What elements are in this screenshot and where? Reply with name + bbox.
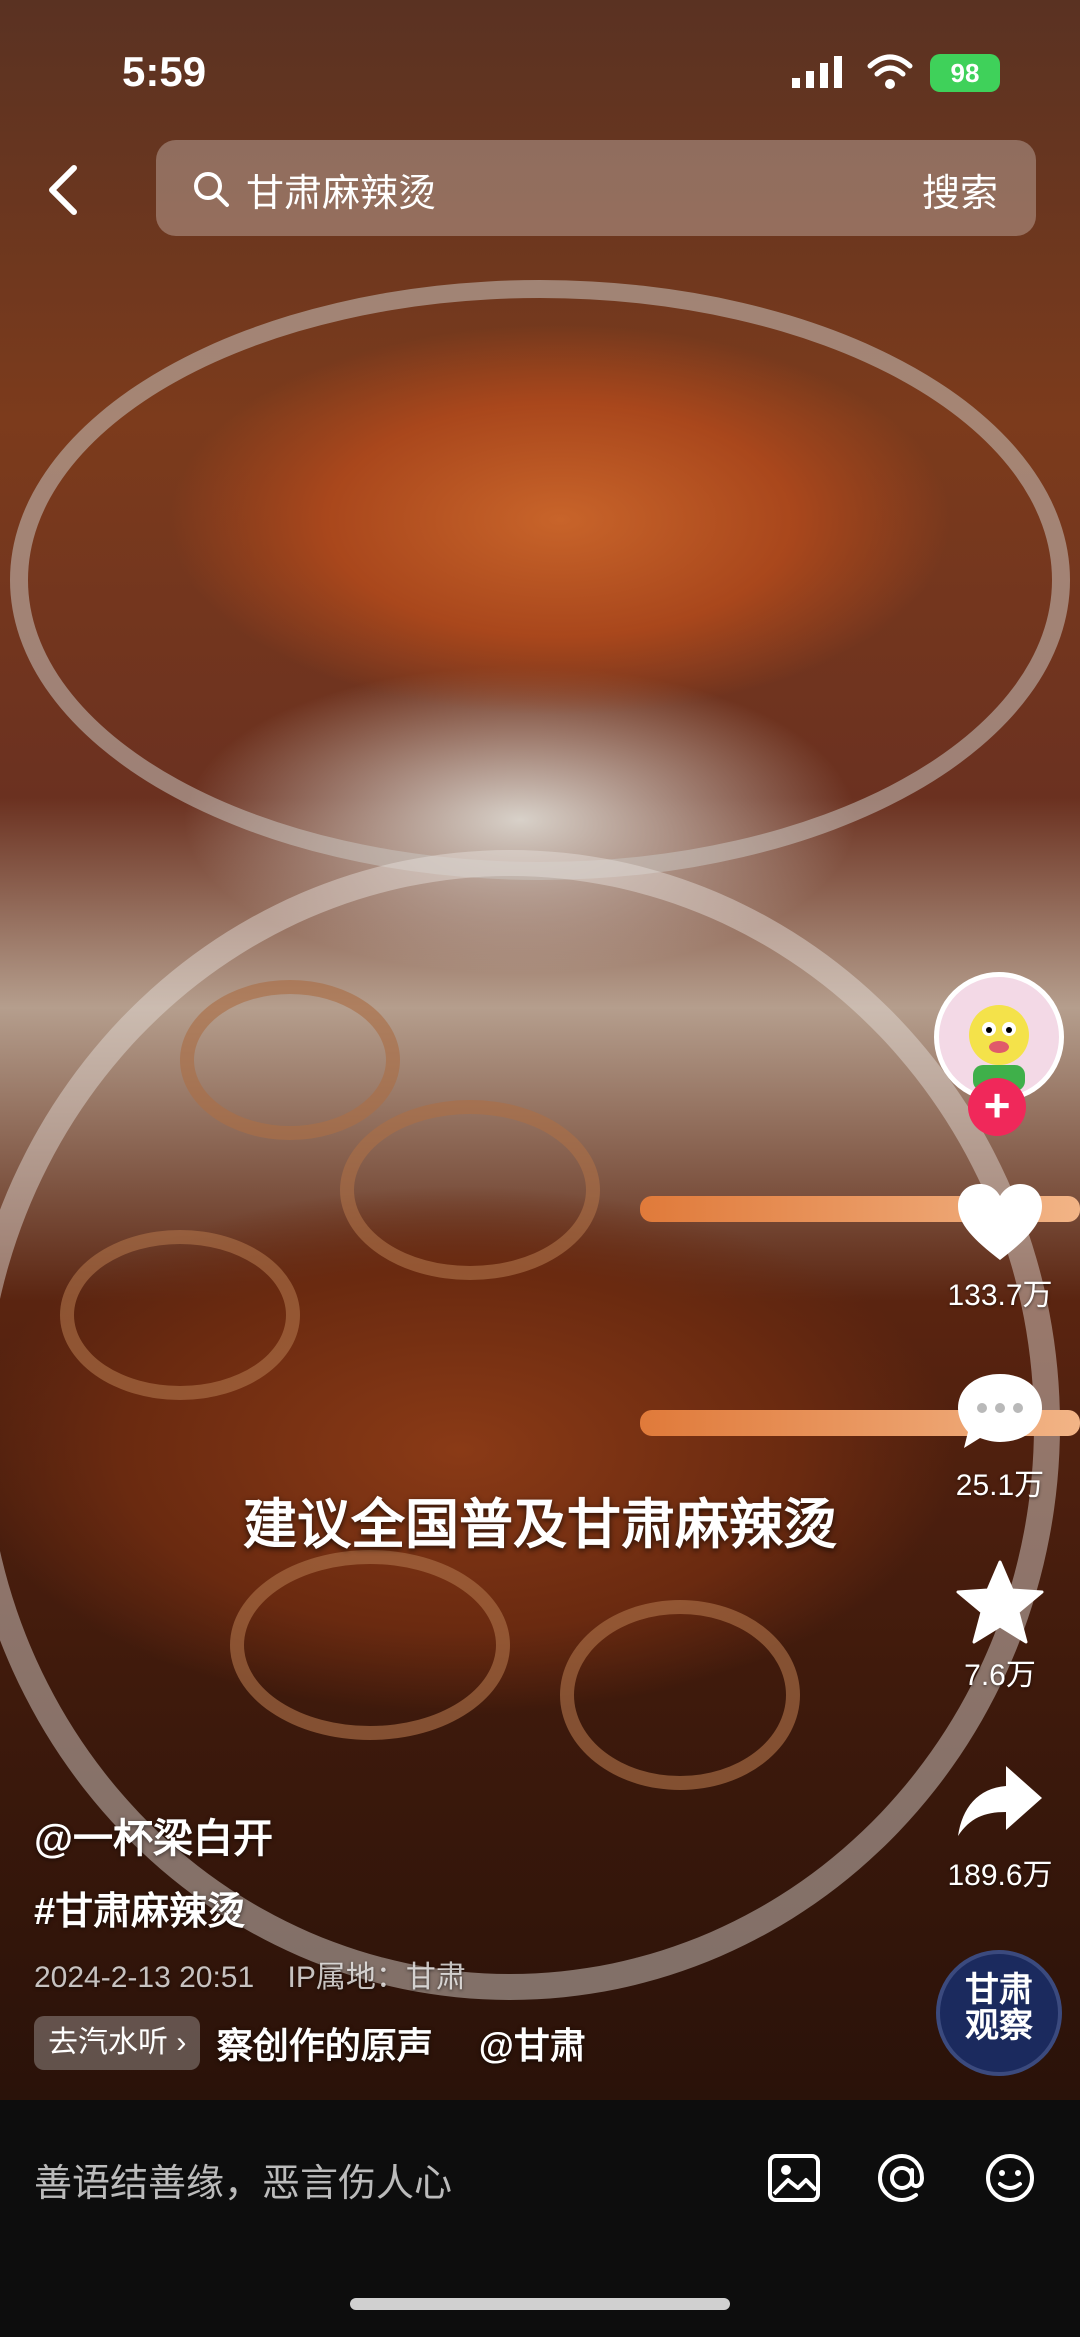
back-icon[interactable] bbox=[40, 160, 90, 220]
noodle-shape bbox=[230, 1550, 510, 1740]
noodle-shape bbox=[560, 1600, 800, 1790]
chevron-right-icon: › bbox=[176, 2026, 187, 2059]
comment-icon bbox=[958, 1374, 1042, 1448]
star-icon bbox=[956, 1560, 1044, 1644]
comment-button[interactable]: 25.1万 bbox=[930, 1370, 1070, 1504]
favorite-count: 7.6万 bbox=[964, 1659, 1036, 1692]
wifi-icon bbox=[867, 54, 913, 89]
comment-bar: 善语结善缘，恶言伤人心 bbox=[0, 2100, 1080, 2337]
status-bar: 5:59 98 bbox=[0, 40, 1080, 110]
music-disc-line2: 观察 bbox=[965, 2007, 1033, 2045]
music-disc-line1: 甘肃 bbox=[965, 1971, 1033, 2009]
battery-icon: 98 bbox=[930, 54, 1000, 92]
share-icon bbox=[958, 1766, 1042, 1836]
comment-count: 25.1万 bbox=[955, 1469, 1045, 1502]
search-button[interactable]: 搜索 bbox=[922, 162, 998, 217]
music-app-chip[interactable]: 去汽水听 › bbox=[34, 2016, 201, 2070]
plus-icon: + bbox=[983, 1079, 1011, 1131]
status-time: 5:59 bbox=[122, 48, 207, 95]
share-count: 189.6万 bbox=[947, 1859, 1053, 1892]
share-button[interactable]: 189.6万 bbox=[930, 1760, 1070, 1894]
search-input[interactable]: 甘肃麻辣烫 bbox=[246, 162, 436, 217]
comment-input[interactable]: 善语结善缘，恶言伤人心 bbox=[34, 2152, 452, 2207]
music-row[interactable]: 去汽水听 › 察创作的原声 @甘肃 bbox=[34, 2016, 684, 2072]
favorite-button[interactable]: 7.6万 bbox=[930, 1560, 1070, 1694]
hashtag-link[interactable]: #甘肃麻辣烫 bbox=[34, 1880, 245, 1935]
noodle-shape bbox=[340, 1100, 600, 1280]
signal-icon bbox=[792, 56, 842, 88]
heart-icon bbox=[958, 1184, 1042, 1260]
search-icon bbox=[194, 172, 229, 207]
search-bar[interactable]: 甘肃麻辣烫 搜索 bbox=[156, 140, 1036, 236]
author-name[interactable]: @一杯梁白开 bbox=[34, 1806, 273, 1864]
like-count: 133.7万 bbox=[947, 1279, 1053, 1312]
emoji-icon[interactable] bbox=[982, 2150, 1038, 2206]
music-disc[interactable]: 甘肃 观察 bbox=[936, 1950, 1062, 2076]
post-date: 2024-2-13 20:51 bbox=[34, 1961, 255, 1994]
like-button[interactable]: 133.7万 bbox=[930, 1180, 1070, 1314]
video-player[interactable] bbox=[0, 0, 1080, 2100]
image-icon[interactable] bbox=[766, 2150, 822, 2206]
at-icon[interactable] bbox=[874, 2150, 930, 2206]
music-title[interactable]: 察创作的原声 @甘肃 bbox=[217, 2017, 586, 2069]
video-caption-overlay: 建议全国普及甘肃麻辣烫 bbox=[243, 1495, 837, 1555]
noodle-shape bbox=[60, 1230, 300, 1400]
music-chip-label: 去汽水听 bbox=[48, 2026, 168, 2059]
home-indicator[interactable] bbox=[350, 2298, 730, 2310]
post-meta: 2024-2-13 20:51 IP属地：甘肃 bbox=[34, 1952, 466, 1996]
ip-location: IP属地：甘肃 bbox=[287, 1961, 466, 1994]
food-bowl-top bbox=[10, 280, 1070, 880]
noodle-shape bbox=[180, 980, 400, 1140]
follow-plus-button[interactable]: + bbox=[968, 1078, 1026, 1136]
